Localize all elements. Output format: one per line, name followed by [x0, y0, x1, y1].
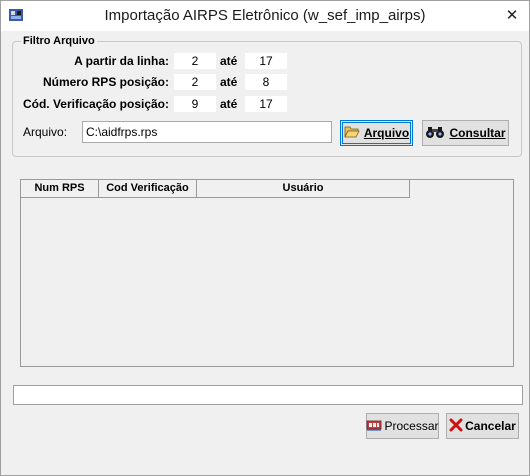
processar-button[interactable]: Processar — [366, 413, 439, 439]
group-title: Filtro Arquivo — [21, 35, 97, 47]
close-icon[interactable]: ✕ — [501, 5, 523, 27]
cancelar-button[interactable]: Cancelar — [446, 413, 519, 439]
arquivo-button-label: Arquivo — [363, 126, 410, 140]
arquivo-button[interactable]: Arquivo — [340, 120, 413, 146]
folder-open-icon — [344, 125, 360, 142]
ate-label: até — [220, 54, 238, 68]
binoculars-icon — [425, 125, 445, 142]
cancelar-button-label: Cancelar — [465, 419, 516, 433]
linha-to-field[interactable]: 17 — [245, 53, 287, 69]
window-title: Importação AIRPS Eletrônico (w_sef_imp_a… — [104, 7, 426, 24]
title-bar: Importação AIRPS Eletrônico (w_sef_imp_a… — [1, 1, 529, 31]
arquivo-label: Arquivo: — [23, 125, 68, 139]
cod-from-field[interactable]: 9 — [174, 96, 216, 112]
processar-button-label: Processar — [384, 419, 439, 433]
rps-from-field[interactable]: 2 — [174, 74, 216, 90]
status-bar — [13, 385, 523, 405]
consultar-button-label: Consultar — [449, 126, 506, 140]
arquivo-path-input[interactable]: C:\aidfrps.rps — [82, 121, 332, 143]
label-cod-verificacao: Cód. Verificação posição: — [22, 97, 169, 111]
col-num-rps[interactable]: Num RPS — [21, 180, 99, 198]
consultar-button[interactable]: Consultar — [422, 120, 509, 146]
red-x-icon — [449, 418, 463, 435]
ate-label: até — [220, 75, 238, 89]
col-cod-verificacao[interactable]: Cod Verificação — [99, 180, 197, 198]
process-icon — [366, 418, 382, 435]
ate-label: até — [220, 97, 238, 111]
import-window: Importação AIRPS Eletrônico (w_sef_imp_a… — [0, 0, 530, 476]
grid-header: Num RPS Cod Verificação Usuário — [21, 180, 410, 198]
label-numero-rps: Número RPS posição: — [42, 75, 169, 89]
linha-from-field[interactable]: 2 — [174, 53, 216, 69]
cod-to-field[interactable]: 17 — [245, 96, 287, 112]
rps-grid[interactable]: Num RPS Cod Verificação Usuário — [20, 179, 514, 367]
rps-to-field[interactable]: 8 — [245, 74, 287, 90]
label-linha: A partir da linha: — [74, 54, 169, 68]
col-usuario[interactable]: Usuário — [197, 180, 410, 198]
